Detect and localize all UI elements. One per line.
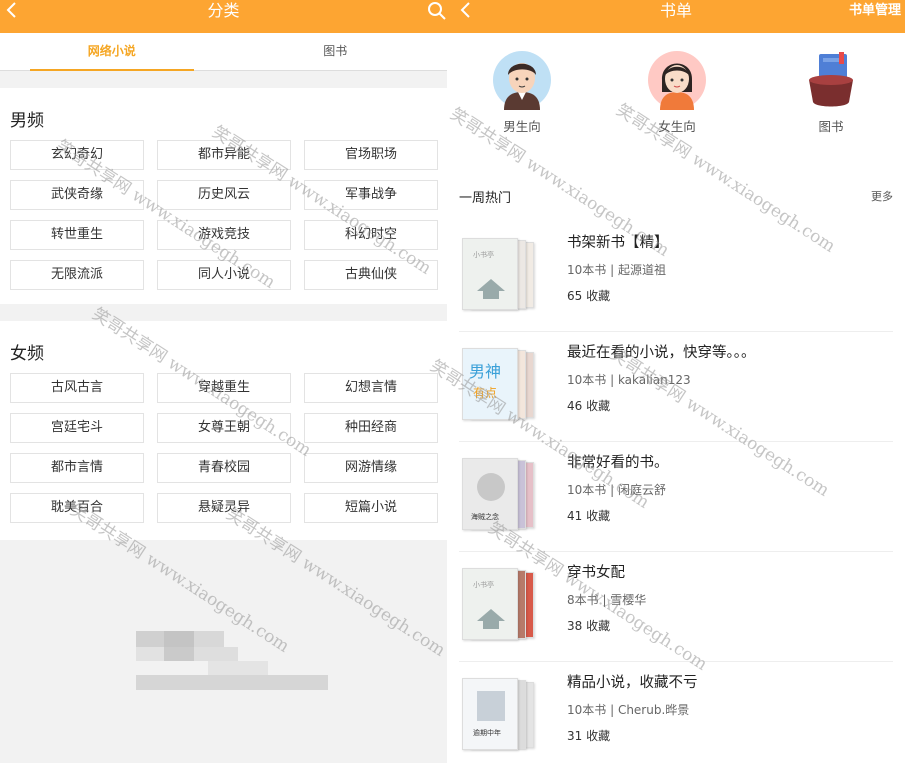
category-chip[interactable]: 转世重生: [10, 220, 144, 250]
svg-text:小书亭: 小书亭: [473, 580, 494, 589]
category-chip[interactable]: 游戏竞技: [157, 220, 291, 250]
category-chip[interactable]: 官场职场: [304, 140, 438, 170]
category-chip[interactable]: 玄幻奇幻: [10, 140, 144, 170]
category-chip[interactable]: 短篇小说: [304, 493, 438, 523]
booklist-cover-stack: 逾期中年: [462, 678, 534, 756]
category-chip[interactable]: 耽美百合: [10, 493, 144, 523]
category-chip[interactable]: 无限流派: [10, 260, 144, 290]
booklist-meta: 10本书 | 起源道祖: [567, 263, 666, 277]
section-title: 一周热门: [459, 190, 512, 206]
booklist-info: 穿书女配 8本书 | 雪樱华 38 收藏: [567, 564, 893, 633]
booklist-meta: 10本书 | kakalian123: [567, 373, 691, 387]
category-chip[interactable]: 女尊王朝: [157, 413, 291, 443]
booklist-name: 最近在看的小说，快穿等。。。: [567, 345, 756, 361]
book-basket-icon: [801, 50, 861, 110]
category-chip[interactable]: 同人小说: [157, 260, 291, 290]
booklist-item[interactable]: 海贼之念 非常好看的书。 10本书 | 闲庭云舒 41 收藏: [459, 442, 893, 552]
category-chip[interactable]: 科幻时空: [304, 220, 438, 250]
booklist-cover-stack: 男神 有点: [462, 348, 534, 426]
booklist-name: 书架新书【精】: [567, 235, 669, 251]
more-link[interactable]: 更多: [871, 188, 893, 204]
section-title: 女频: [10, 344, 44, 364]
search-icon[interactable]: [427, 1, 447, 21]
booklist-info: 精品小说，收藏不亏 10本书 | Cherub.晔景 31 收藏: [567, 674, 893, 743]
booklist-cover-stack: 小书亭: [462, 568, 534, 646]
category-chip[interactable]: 军事战争: [304, 180, 438, 210]
category-label: 女生向: [658, 119, 696, 134]
male-avatar-icon: [492, 50, 552, 110]
category-chip[interactable]: 武侠奇缘: [10, 180, 144, 210]
category-chip[interactable]: 青春校园: [157, 453, 291, 483]
category-screen: 分类 网络小说 图书 男频 玄幻奇幻 都市异能 官场职场 武侠奇缘 历史风云 军…: [0, 0, 447, 763]
booklist-name: 穿书女配: [567, 565, 625, 581]
category-tabs: 网络小说 图书: [0, 33, 447, 71]
category-topbar: 分类: [0, 0, 447, 33]
svg-text:小书亭: 小书亭: [473, 250, 494, 259]
booklist-screen: 书单 书单管理 男生向 女生向 图书 一周热门 更多 小书亭 书架新书【精】 1…: [447, 0, 905, 763]
category-chip[interactable]: 悬疑灵异: [157, 493, 291, 523]
category-label: 图书: [818, 119, 844, 134]
category-grid: 古风古言 穿越重生 幻想言情 宫廷宅斗 女尊王朝 种田经商 都市言情 青春校园 …: [10, 373, 438, 523]
category-chip[interactable]: 宫廷宅斗: [10, 413, 144, 443]
booklist-meta: 8本书 | 雪樱华: [567, 593, 647, 607]
booklist-favorites: 31 收藏: [567, 729, 611, 743]
svg-text:海贼之念: 海贼之念: [471, 512, 499, 521]
tab-web-novels[interactable]: 网络小说: [0, 33, 224, 71]
booklist-item[interactable]: 逾期中年 精品小说，收藏不亏 10本书 | Cherub.晔景 31 收藏: [459, 662, 893, 763]
category-books[interactable]: 图书: [791, 50, 871, 135]
category-chip[interactable]: 历史风云: [157, 180, 291, 210]
blurred-ad-area: [0, 553, 447, 763]
booklist-item[interactable]: 男神有点 最近在看的小说，快穿等。。。 10本书 | kakalian123 4…: [459, 332, 893, 442]
booklist-info: 非常好看的书。 10本书 | 闲庭云舒 41 收藏: [567, 454, 893, 523]
category-chip[interactable]: 种田经商: [304, 413, 438, 443]
category-chip[interactable]: 穿越重生: [157, 373, 291, 403]
booklist-meta: 10本书 | Cherub.晔景: [567, 703, 690, 717]
manage-booklist-button[interactable]: 书单管理: [849, 2, 901, 20]
booklist-meta: 10本书 | 闲庭云舒: [567, 483, 666, 497]
svg-text:男神: 男神: [469, 362, 501, 381]
category-chip[interactable]: 网游情缘: [304, 453, 438, 483]
category-female[interactable]: 女生向: [637, 50, 717, 135]
female-avatar-icon: [647, 50, 707, 110]
booklist-categories: 男生向 女生向 图书: [447, 33, 905, 173]
booklist-item[interactable]: 小书亭 书架新书【精】 10本书 | 起源道祖 65 收藏: [459, 222, 893, 332]
category-title: 分类: [207, 1, 240, 20]
booklist-name: 非常好看的书。: [567, 455, 669, 471]
category-chip[interactable]: 幻想言情: [304, 373, 438, 403]
section-title: 男频: [10, 111, 44, 131]
female-section: 女频 古风古言 穿越重生 幻想言情 宫廷宅斗 女尊王朝 种田经商 都市言情 青春…: [0, 321, 447, 540]
booklist-cover-stack: 小书亭: [462, 238, 534, 316]
booklist-info: 最近在看的小说，快穿等。。。 10本书 | kakalian123 46 收藏: [567, 344, 893, 413]
tab-books[interactable]: 图书: [224, 33, 448, 70]
booklist-info: 书架新书【精】 10本书 | 起源道祖 65 收藏: [567, 234, 893, 303]
category-chip[interactable]: 都市异能: [157, 140, 291, 170]
booklist-topbar: 书单 书单管理: [447, 0, 905, 33]
category-label: 男生向: [503, 119, 541, 134]
booklist-cover-stack: 海贼之念: [462, 458, 534, 536]
category-chip[interactable]: 古风古言: [10, 373, 144, 403]
category-male[interactable]: 男生向: [482, 50, 562, 135]
booklist-favorites: 41 收藏: [567, 509, 611, 523]
male-section: 男频 玄幻奇幻 都市异能 官场职场 武侠奇缘 历史风云 军事战争 转世重生 游戏…: [0, 88, 447, 304]
booklist-favorites: 65 收藏: [567, 289, 611, 303]
category-chip[interactable]: 古典仙侠: [304, 260, 438, 290]
booklist-favorites: 38 收藏: [567, 619, 611, 633]
weekly-hot-section: 一周热门 更多 小书亭 书架新书【精】 10本书 | 起源道祖 65 收藏 男神…: [447, 170, 905, 763]
category-chip[interactable]: 都市言情: [10, 453, 144, 483]
svg-text:有点: 有点: [473, 386, 497, 400]
booklist-name: 精品小说，收藏不亏: [567, 675, 698, 691]
booklist-item[interactable]: 小书亭 穿书女配 8本书 | 雪樱华 38 收藏: [459, 552, 893, 662]
category-grid: 玄幻奇幻 都市异能 官场职场 武侠奇缘 历史风云 军事战争 转世重生 游戏竞技 …: [10, 140, 438, 290]
weekly-hot-header: 一周热门 更多: [459, 170, 893, 222]
svg-text:逾期中年: 逾期中年: [473, 728, 501, 737]
booklist-title: 书单: [659, 1, 692, 20]
booklist-favorites: 46 收藏: [567, 399, 611, 413]
